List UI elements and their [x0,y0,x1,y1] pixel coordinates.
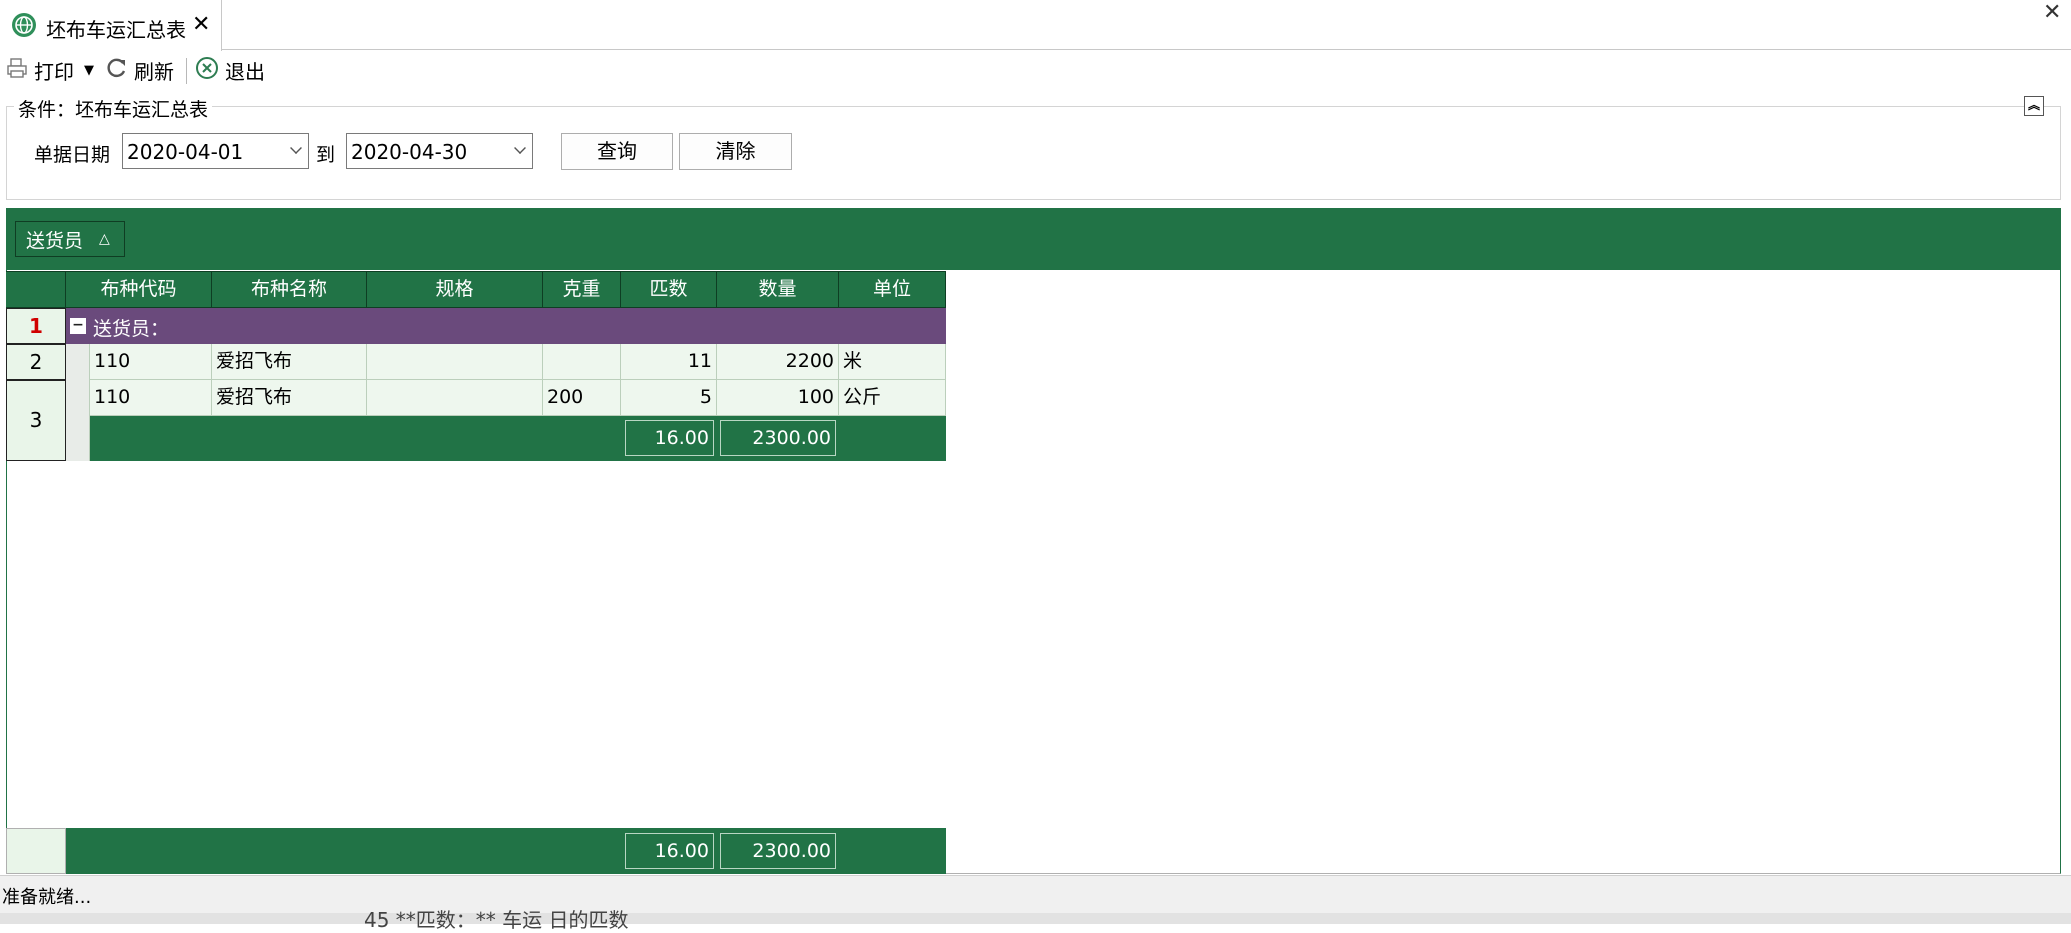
window-close-icon[interactable]: ✕ [2043,0,2061,25]
printer-icon [6,57,28,84]
conditions-panel [6,106,2061,200]
date-to-value: 2020-04-30 [351,140,468,164]
globe-icon [12,13,36,37]
to-label: 到 [316,144,336,166]
tab-bar [0,0,2071,50]
group-by-panel [6,208,2061,270]
row-number[interactable]: 1 [6,308,66,344]
double-chevron-up-icon: ︽ [2027,98,2040,112]
print-label: 打印 [34,59,74,84]
status-text: 准备就绪... [2,887,92,908]
grand-footer-pieces: 16.00 [625,833,714,869]
status-bar [0,875,2071,915]
cell-unit[interactable]: 公斤 [839,380,946,416]
row-number[interactable]: 3 [6,380,66,461]
cell-weight[interactable]: 200 [543,380,621,416]
date-label: 单据日期 [34,144,111,166]
cell-code[interactable]: 110 [90,380,212,416]
group-row[interactable]: − 送货员： [66,308,946,344]
group-footer-qty: 2300.00 [720,420,836,456]
cell-weight[interactable] [543,344,621,380]
group-by-label: 送货员 [26,229,84,252]
col-header-pieces[interactable]: 匹数 [621,271,717,308]
exit-label: 退出 [225,59,265,84]
background-strip [0,913,2071,924]
cell-code[interactable]: 110 [90,344,212,380]
group-footer-pieces: 16.00 [625,420,714,456]
footer-indicator [6,828,66,874]
conditions-title: 条件：坯布车运汇总表 [14,95,213,122]
exit-button[interactable]: 退出 [195,56,265,84]
sort-ascending-icon: △ [99,231,110,247]
refresh-icon [106,57,128,84]
query-button[interactable]: 查询 [561,133,673,170]
tab-close-icon[interactable]: ✕ [192,12,210,37]
cell-unit[interactable]: 米 [839,344,946,380]
col-header-name[interactable]: 布种名称 [212,271,367,308]
tab-title: 坯布车运汇总表 [46,18,186,42]
toolbar: 打印 ▼ 刷新 退出 [0,52,2071,88]
cell-qty[interactable]: 100 [717,380,839,416]
tab-report[interactable]: 坯布车运汇总表 ✕ [0,0,222,51]
cell-name[interactable]: 爱招飞布 [212,344,367,380]
clear-button[interactable]: 清除 [679,133,792,170]
col-header-spec[interactable]: 规格 [367,271,543,308]
col-header-weight[interactable]: 克重 [543,271,621,308]
refresh-label: 刷新 [134,59,174,84]
toolbar-divider [186,58,187,84]
chevron-down-icon [514,142,526,154]
cell-spec[interactable] [367,344,543,380]
cell-pieces[interactable]: 11 [621,344,717,380]
exit-icon [195,56,219,85]
date-from-picker[interactable]: 2020-04-01 [122,133,309,169]
row-number[interactable]: 2 [6,344,66,380]
cell-name[interactable]: 爱招飞布 [212,380,367,416]
cell-pieces[interactable]: 5 [621,380,717,416]
print-dropdown-icon[interactable]: ▼ [84,63,94,78]
group-row-label: 送货员： [93,318,170,340]
background-text: 45 **匹数：** 车运 日的匹数 [364,908,629,932]
col-header-unit[interactable]: 单位 [839,271,946,308]
date-from-value: 2020-04-01 [127,140,244,164]
cell-qty[interactable]: 2200 [717,344,839,380]
group-by-chip[interactable]: 送货员 △ [15,221,125,257]
grand-footer-qty: 2300.00 [720,833,836,869]
cell-spec[interactable] [367,380,543,416]
col-header-code[interactable]: 布种代码 [66,271,212,308]
chevron-down-icon [290,142,302,154]
row-indicator-header [6,271,66,308]
group-indent [66,344,90,461]
collapse-panel-button[interactable]: ︽ [2024,96,2044,116]
collapse-group-icon[interactable]: − [70,318,86,334]
date-to-picker[interactable]: 2020-04-30 [346,133,533,169]
col-header-qty[interactable]: 数量 [717,271,839,308]
refresh-button[interactable]: 刷新 [106,56,174,84]
print-button[interactable]: 打印 ▼ [6,56,94,84]
